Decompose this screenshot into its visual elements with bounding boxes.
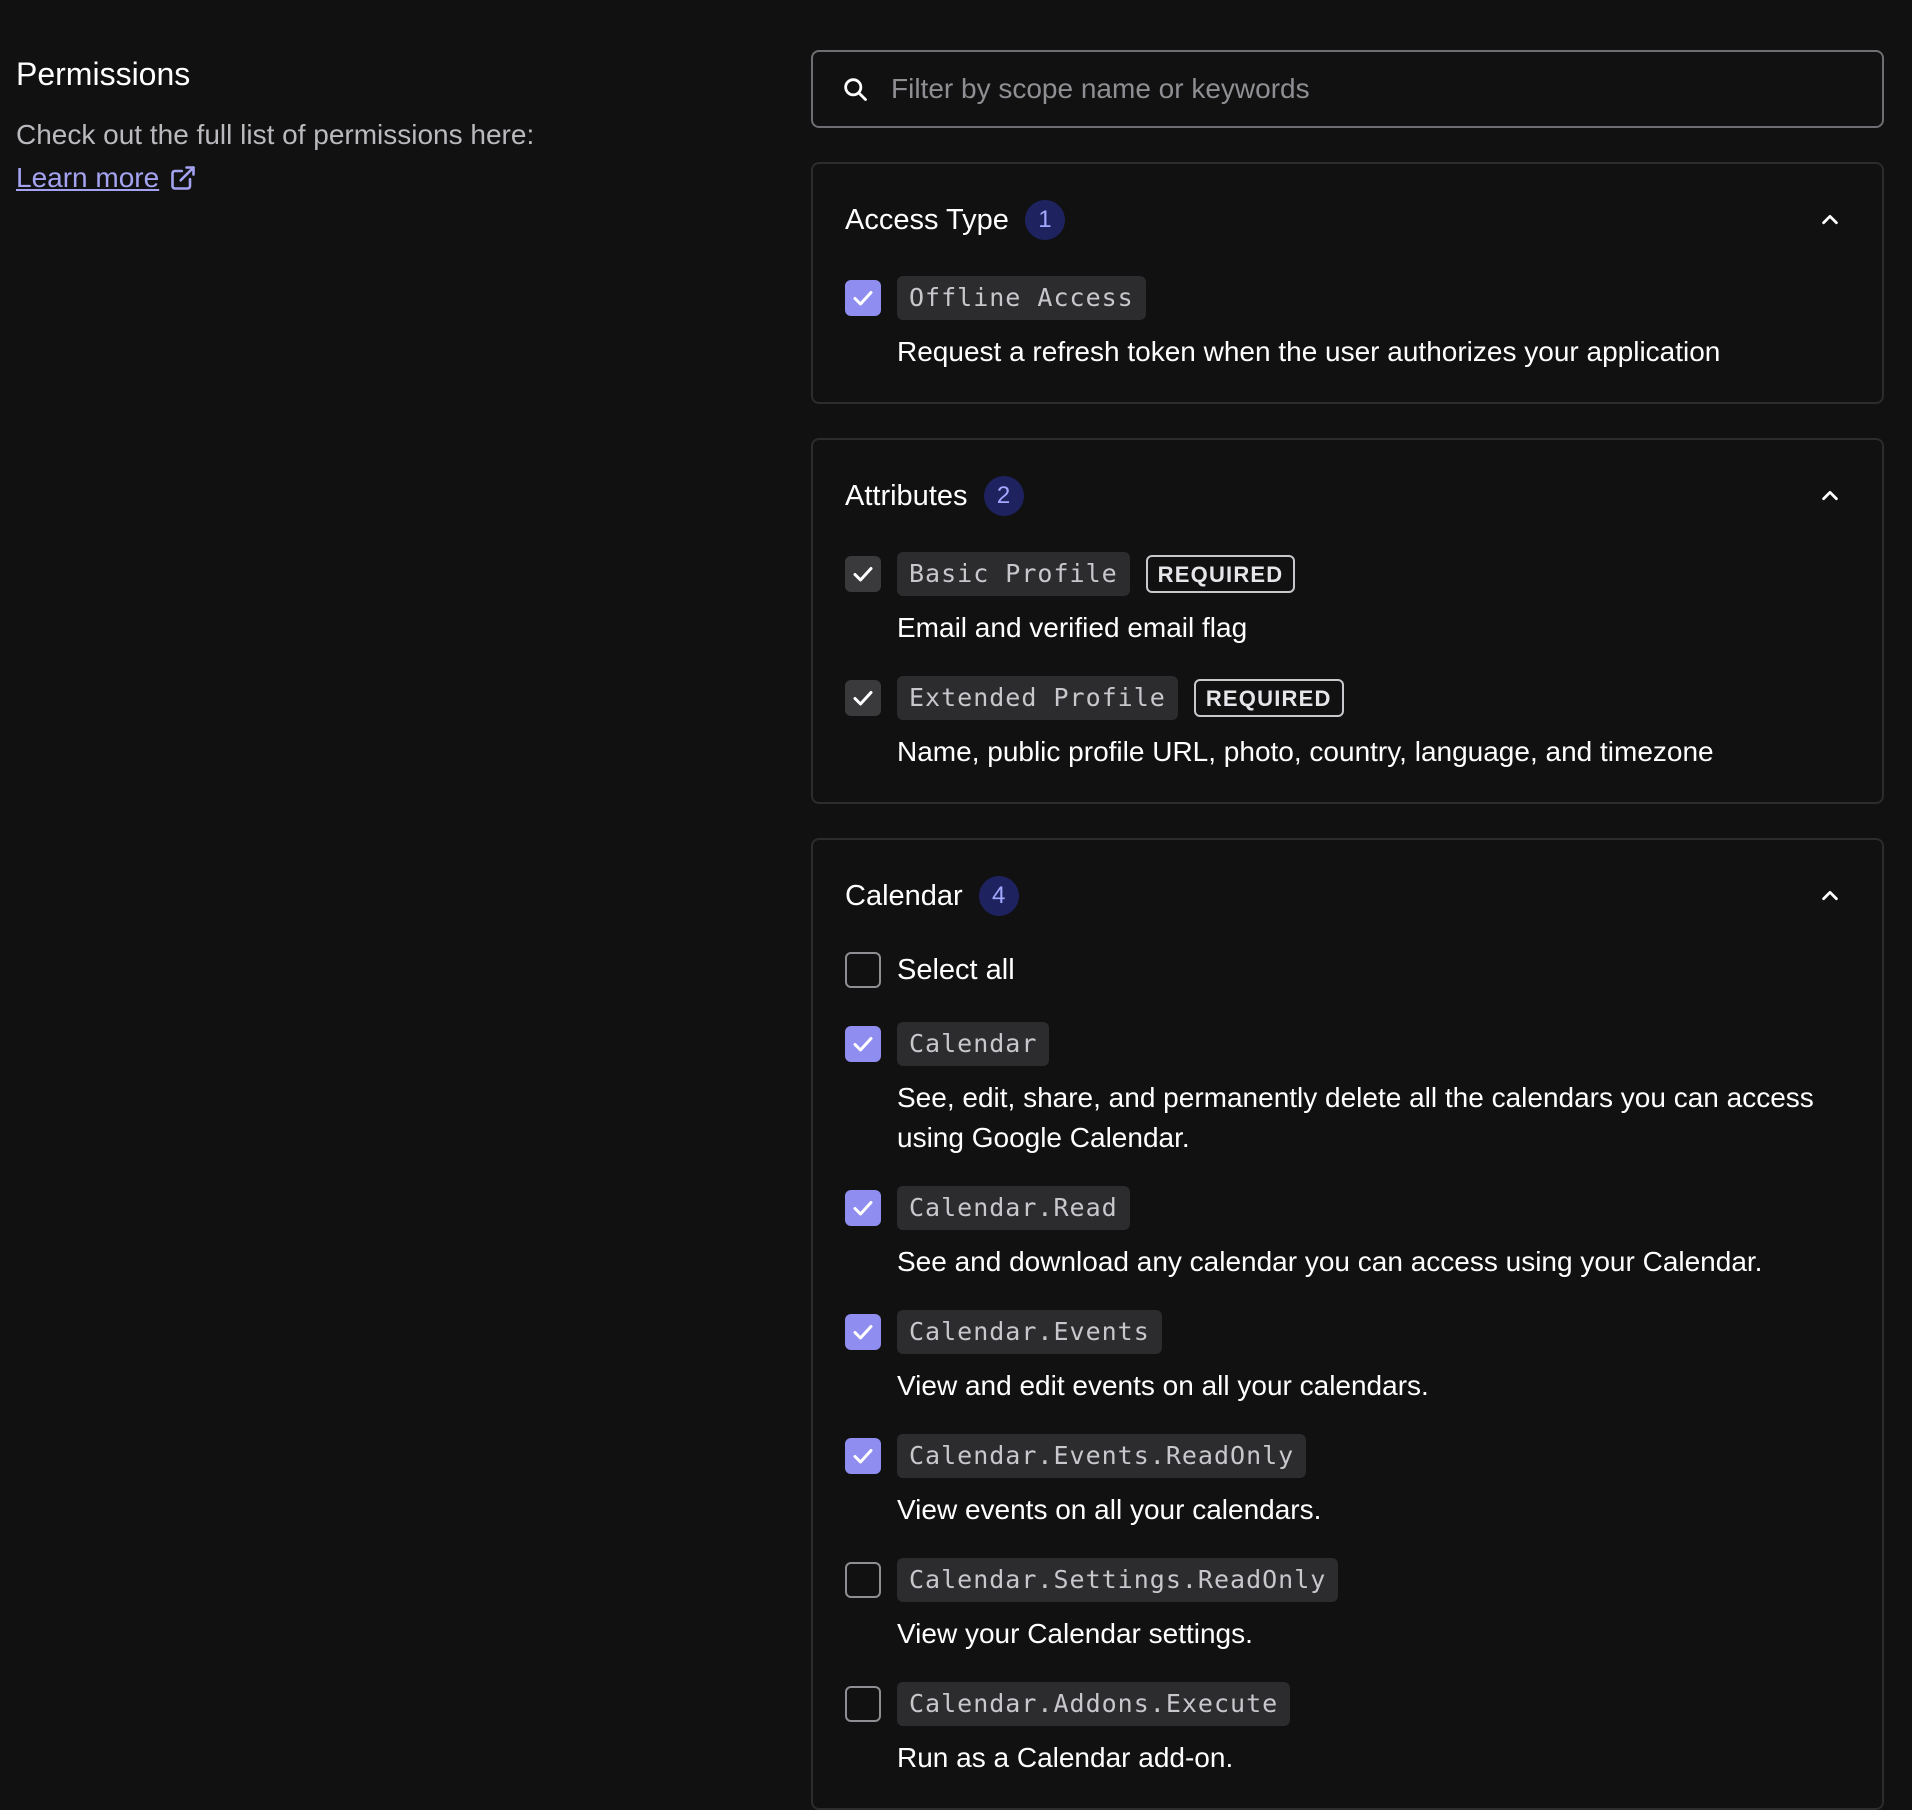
search-box[interactable] (811, 50, 1884, 128)
check-icon (851, 1444, 875, 1468)
scope-checkbox[interactable] (845, 1686, 881, 1722)
check-icon (851, 562, 875, 586)
check-icon (851, 1032, 875, 1056)
scope-checkbox[interactable] (845, 1438, 881, 1474)
scope-description: See, edit, share, and permanently delete… (897, 1082, 1814, 1153)
scope-item: Calendar.Addons.Execute Run as a Calendar… (845, 1682, 1850, 1778)
select-all-checkbox[interactable] (845, 952, 881, 988)
collapse-button[interactable] (1810, 200, 1850, 240)
check-icon (851, 1196, 875, 1220)
section-count-badge: 2 (983, 476, 1024, 516)
scope-item: Calendar.Settings.ReadOnly View your Cale… (845, 1558, 1850, 1654)
scope-item: Calendar.Events View and edit events on a… (845, 1310, 1850, 1406)
scope-name: Calendar.Events.ReadOnly (897, 1434, 1307, 1478)
permissions-sidebar: Permissions Check out the full list of p… (16, 52, 756, 200)
scope-name: Basic Profile (897, 552, 1130, 596)
learn-more-label: Learn more (16, 162, 160, 193)
scope-name: Offline Access (897, 276, 1146, 320)
scope-item: Extended Profile REQUIRED Name, public pro… (845, 676, 1850, 772)
search-input[interactable] (889, 72, 1882, 106)
section-card: Calendar 4 Select all Calendar See, edit, sh… (811, 838, 1884, 1810)
scope-description: View events on all your calendars. (897, 1494, 1322, 1525)
scope-item: Basic Profile REQUIRED Email and verified … (845, 552, 1850, 648)
scope-item: Calendar.Read See and download any calend… (845, 1186, 1850, 1282)
scope-description: View and edit events on all your calenda… (897, 1370, 1429, 1401)
check-icon (851, 286, 875, 310)
scope-checkbox[interactable] (845, 1026, 881, 1062)
scope-description: Run as a Calendar add-on. (897, 1742, 1234, 1773)
scope-item: Calendar See, edit, share, and permanentl… (845, 1022, 1850, 1158)
scope-checkbox[interactable] (845, 680, 881, 716)
scope-name: Calendar (897, 1022, 1050, 1066)
chevron-up-icon (1819, 209, 1841, 231)
select-all-label: Select all (897, 953, 1015, 986)
scope-name: Calendar.Settings.ReadOnly (897, 1558, 1339, 1602)
permissions-description: Check out the full list of permissions h… (16, 119, 535, 150)
section-title: Calendar (845, 879, 963, 912)
section-title: Attributes (845, 479, 968, 512)
scope-description: Email and verified email flag (897, 612, 1248, 643)
external-link-icon (171, 166, 195, 190)
scope-description: View your Calendar settings. (897, 1618, 1253, 1649)
scope-item: Offline Access Request a refresh token wh… (845, 276, 1850, 372)
section-header[interactable]: Access Type 1 (845, 164, 1850, 276)
check-icon (851, 686, 875, 710)
scope-name: Calendar.Addons.Execute (897, 1682, 1291, 1726)
scope-name: Calendar.Read (897, 1186, 1130, 1230)
scope-description: Name, public profile URL, photo, country… (897, 736, 1714, 767)
scope-name: Calendar.Events (897, 1310, 1162, 1354)
scope-checkbox[interactable] (845, 1314, 881, 1350)
scope-description: See and download any calendar you can ac… (897, 1246, 1763, 1277)
chevron-up-icon (1819, 885, 1841, 907)
search-icon (841, 75, 869, 103)
scope-name: Extended Profile (897, 676, 1178, 720)
scope-checkbox[interactable] (845, 1562, 881, 1598)
section-header[interactable]: Calendar 4 (845, 840, 1850, 952)
chevron-up-icon (1819, 485, 1841, 507)
scope-item: Calendar.Events.ReadOnly View events on a… (845, 1434, 1850, 1530)
section-header[interactable]: Attributes 2 (845, 440, 1850, 552)
section-count-badge: 4 (978, 876, 1019, 916)
section-count-badge: 1 (1024, 200, 1065, 240)
scope-checkbox[interactable] (845, 556, 881, 592)
section-title: Access Type (845, 203, 1009, 236)
scope-checkbox[interactable] (845, 1190, 881, 1226)
scope-sections: Access Type 1 Offline Access Request a refr… (811, 162, 1884, 1810)
required-badge: REQUIRED (1193, 679, 1344, 717)
page-title: Permissions (16, 56, 191, 92)
required-badge: REQUIRED (1145, 555, 1296, 593)
scope-description: Request a refresh token when the user au… (897, 336, 1721, 367)
check-icon (851, 1320, 875, 1344)
learn-more-link[interactable]: Learn more (16, 156, 197, 200)
section-card: Attributes 2 Basic Profile REQUIRED Email an… (811, 438, 1884, 804)
section-card: Access Type 1 Offline Access Request a refr… (811, 162, 1884, 404)
select-all-row[interactable]: Select all (845, 952, 1850, 988)
permissions-panel: Access Type 1 Offline Access Request a refr… (811, 50, 1884, 1810)
collapse-button[interactable] (1810, 876, 1850, 916)
collapse-button[interactable] (1810, 476, 1850, 516)
scope-checkbox[interactable] (845, 280, 881, 316)
